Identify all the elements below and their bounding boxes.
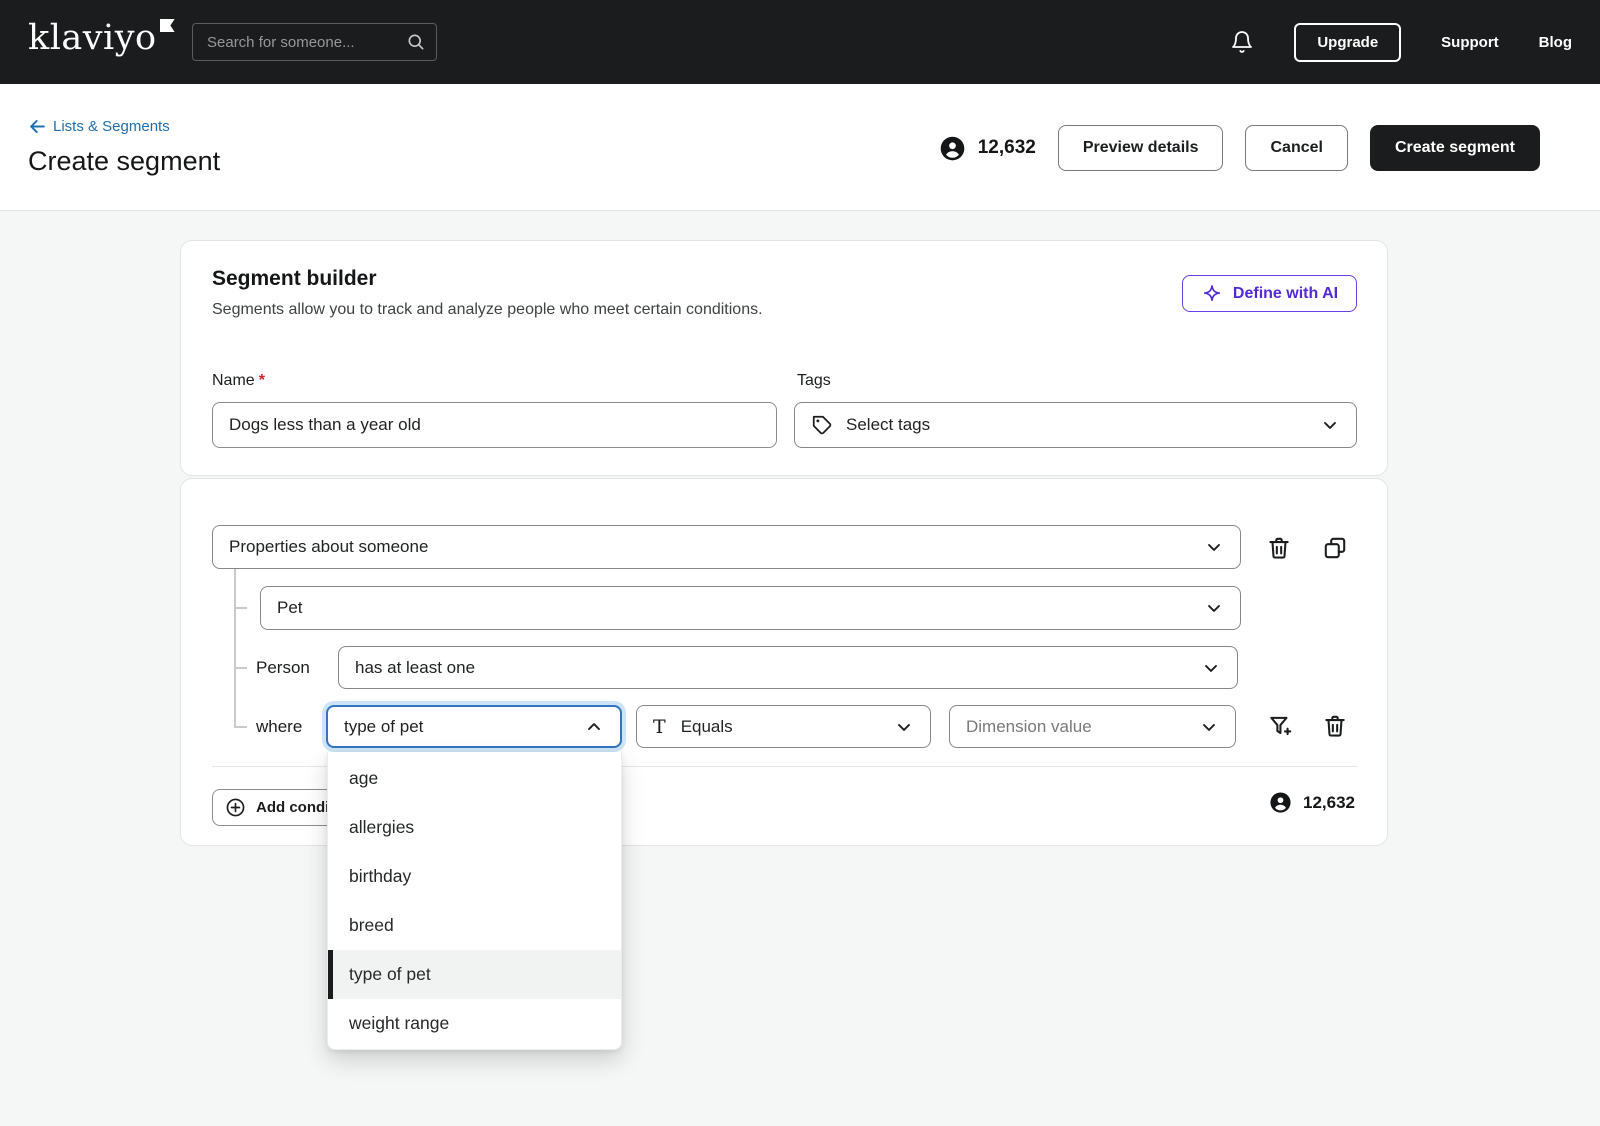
back-arrow-icon (28, 117, 47, 136)
tags-select[interactable]: Select tags (794, 402, 1357, 448)
tree-connector (234, 726, 247, 728)
blog-link[interactable]: Blog (1539, 34, 1572, 51)
dropdown-item-birthday[interactable]: birthday (328, 852, 621, 901)
page-title: Create segment (28, 146, 220, 177)
dropdown-item-breed[interactable]: breed (328, 901, 621, 950)
person-count-icon (939, 135, 966, 162)
chevron-down-icon (1199, 717, 1219, 737)
define-with-ai-label: Define with AI (1233, 285, 1338, 303)
klaviyo-flag-icon (160, 19, 175, 32)
dimension-value-select[interactable]: Dimension value (949, 705, 1236, 748)
duplicate-condition-icon[interactable] (1322, 535, 1348, 561)
define-with-ai-button[interactable]: Define with AI (1182, 275, 1357, 312)
tree-connector (234, 569, 236, 727)
chevron-down-icon (1320, 415, 1340, 435)
notifications-bell-icon[interactable] (1230, 30, 1254, 54)
dropdown-item-age[interactable]: age (328, 754, 621, 803)
comparison-select[interactable]: T Equals (636, 705, 931, 748)
top-navigation: klaviyo Upgrade Support Blog (0, 0, 1600, 84)
operator-value: has at least one (355, 658, 475, 678)
person-label: Person (256, 658, 310, 678)
delete-condition-icon[interactable] (1266, 535, 1292, 561)
tag-icon (811, 414, 833, 436)
required-asterisk: * (259, 372, 265, 389)
sparkle-icon (1201, 283, 1223, 305)
condition-type-select[interactable]: Properties about someone (212, 525, 1241, 569)
tags-field-label: Tags (797, 372, 831, 390)
profile-count-value: 12,632 (978, 137, 1036, 159)
search-icon (406, 32, 426, 52)
upgrade-button[interactable]: Upgrade (1294, 23, 1401, 62)
add-filter-icon[interactable] (1267, 713, 1293, 739)
operator-select[interactable]: has at least one (338, 646, 1238, 689)
tags-select-value: Select tags (846, 415, 930, 435)
chevron-down-icon (1204, 598, 1224, 618)
comparison-value: Equals (681, 717, 733, 737)
dimension-group-value: Pet (277, 598, 303, 618)
segment-builder-card: Segment builder Segments allow you to tr… (180, 240, 1388, 476)
dropdown-item-weight-range[interactable]: weight range (328, 999, 621, 1048)
global-search[interactable] (192, 23, 437, 61)
plus-circle-icon (225, 797, 246, 818)
field-select-value: type of pet (344, 717, 423, 737)
breadcrumb-label: Lists & Segments (53, 118, 170, 135)
delete-row-icon[interactable] (1322, 713, 1348, 739)
page-header: Lists & Segments Create segment 12,632 P… (0, 84, 1600, 211)
klaviyo-wordmark: klaviyo (28, 18, 157, 58)
dimension-value-placeholder: Dimension value (966, 717, 1092, 737)
condition-count-value: 12,632 (1303, 793, 1355, 813)
segment-builder-subtitle: Segments allow you to track and analyze … (212, 301, 763, 319)
search-input[interactable] (207, 34, 406, 51)
chevron-down-icon (894, 717, 914, 737)
profile-count: 12,632 (939, 135, 1036, 162)
text-type-icon: T (653, 716, 666, 738)
dropdown-item-allergies[interactable]: allergies (328, 803, 621, 852)
field-options-dropdown: ageallergiesbirthdaybreedtype of petweig… (327, 752, 622, 1050)
segment-name-input[interactable] (212, 402, 777, 448)
klaviyo-logo[interactable]: klaviyo (28, 18, 157, 58)
field-select-open[interactable]: type of pet (326, 705, 622, 748)
chevron-up-icon (584, 717, 604, 737)
breadcrumb-lists-segments[interactable]: Lists & Segments (28, 117, 170, 136)
dropdown-item-type-of-pet[interactable]: type of pet (328, 950, 621, 999)
dimension-group-select[interactable]: Pet (260, 586, 1241, 630)
person-count-icon (1269, 791, 1292, 814)
condition-type-value: Properties about someone (229, 537, 428, 557)
preview-details-button[interactable]: Preview details (1058, 125, 1224, 171)
support-link[interactable]: Support (1441, 34, 1499, 51)
chevron-down-icon (1204, 537, 1224, 557)
name-field-label: Name* (212, 372, 265, 390)
segment-builder-title: Segment builder (212, 267, 377, 291)
chevron-down-icon (1201, 658, 1221, 678)
condition-profile-count: 12,632 (1269, 791, 1355, 814)
cancel-button[interactable]: Cancel (1245, 125, 1347, 171)
tree-connector (234, 667, 247, 669)
tree-connector (234, 607, 247, 609)
where-label: where (256, 717, 302, 737)
create-segment-button[interactable]: Create segment (1370, 125, 1540, 171)
